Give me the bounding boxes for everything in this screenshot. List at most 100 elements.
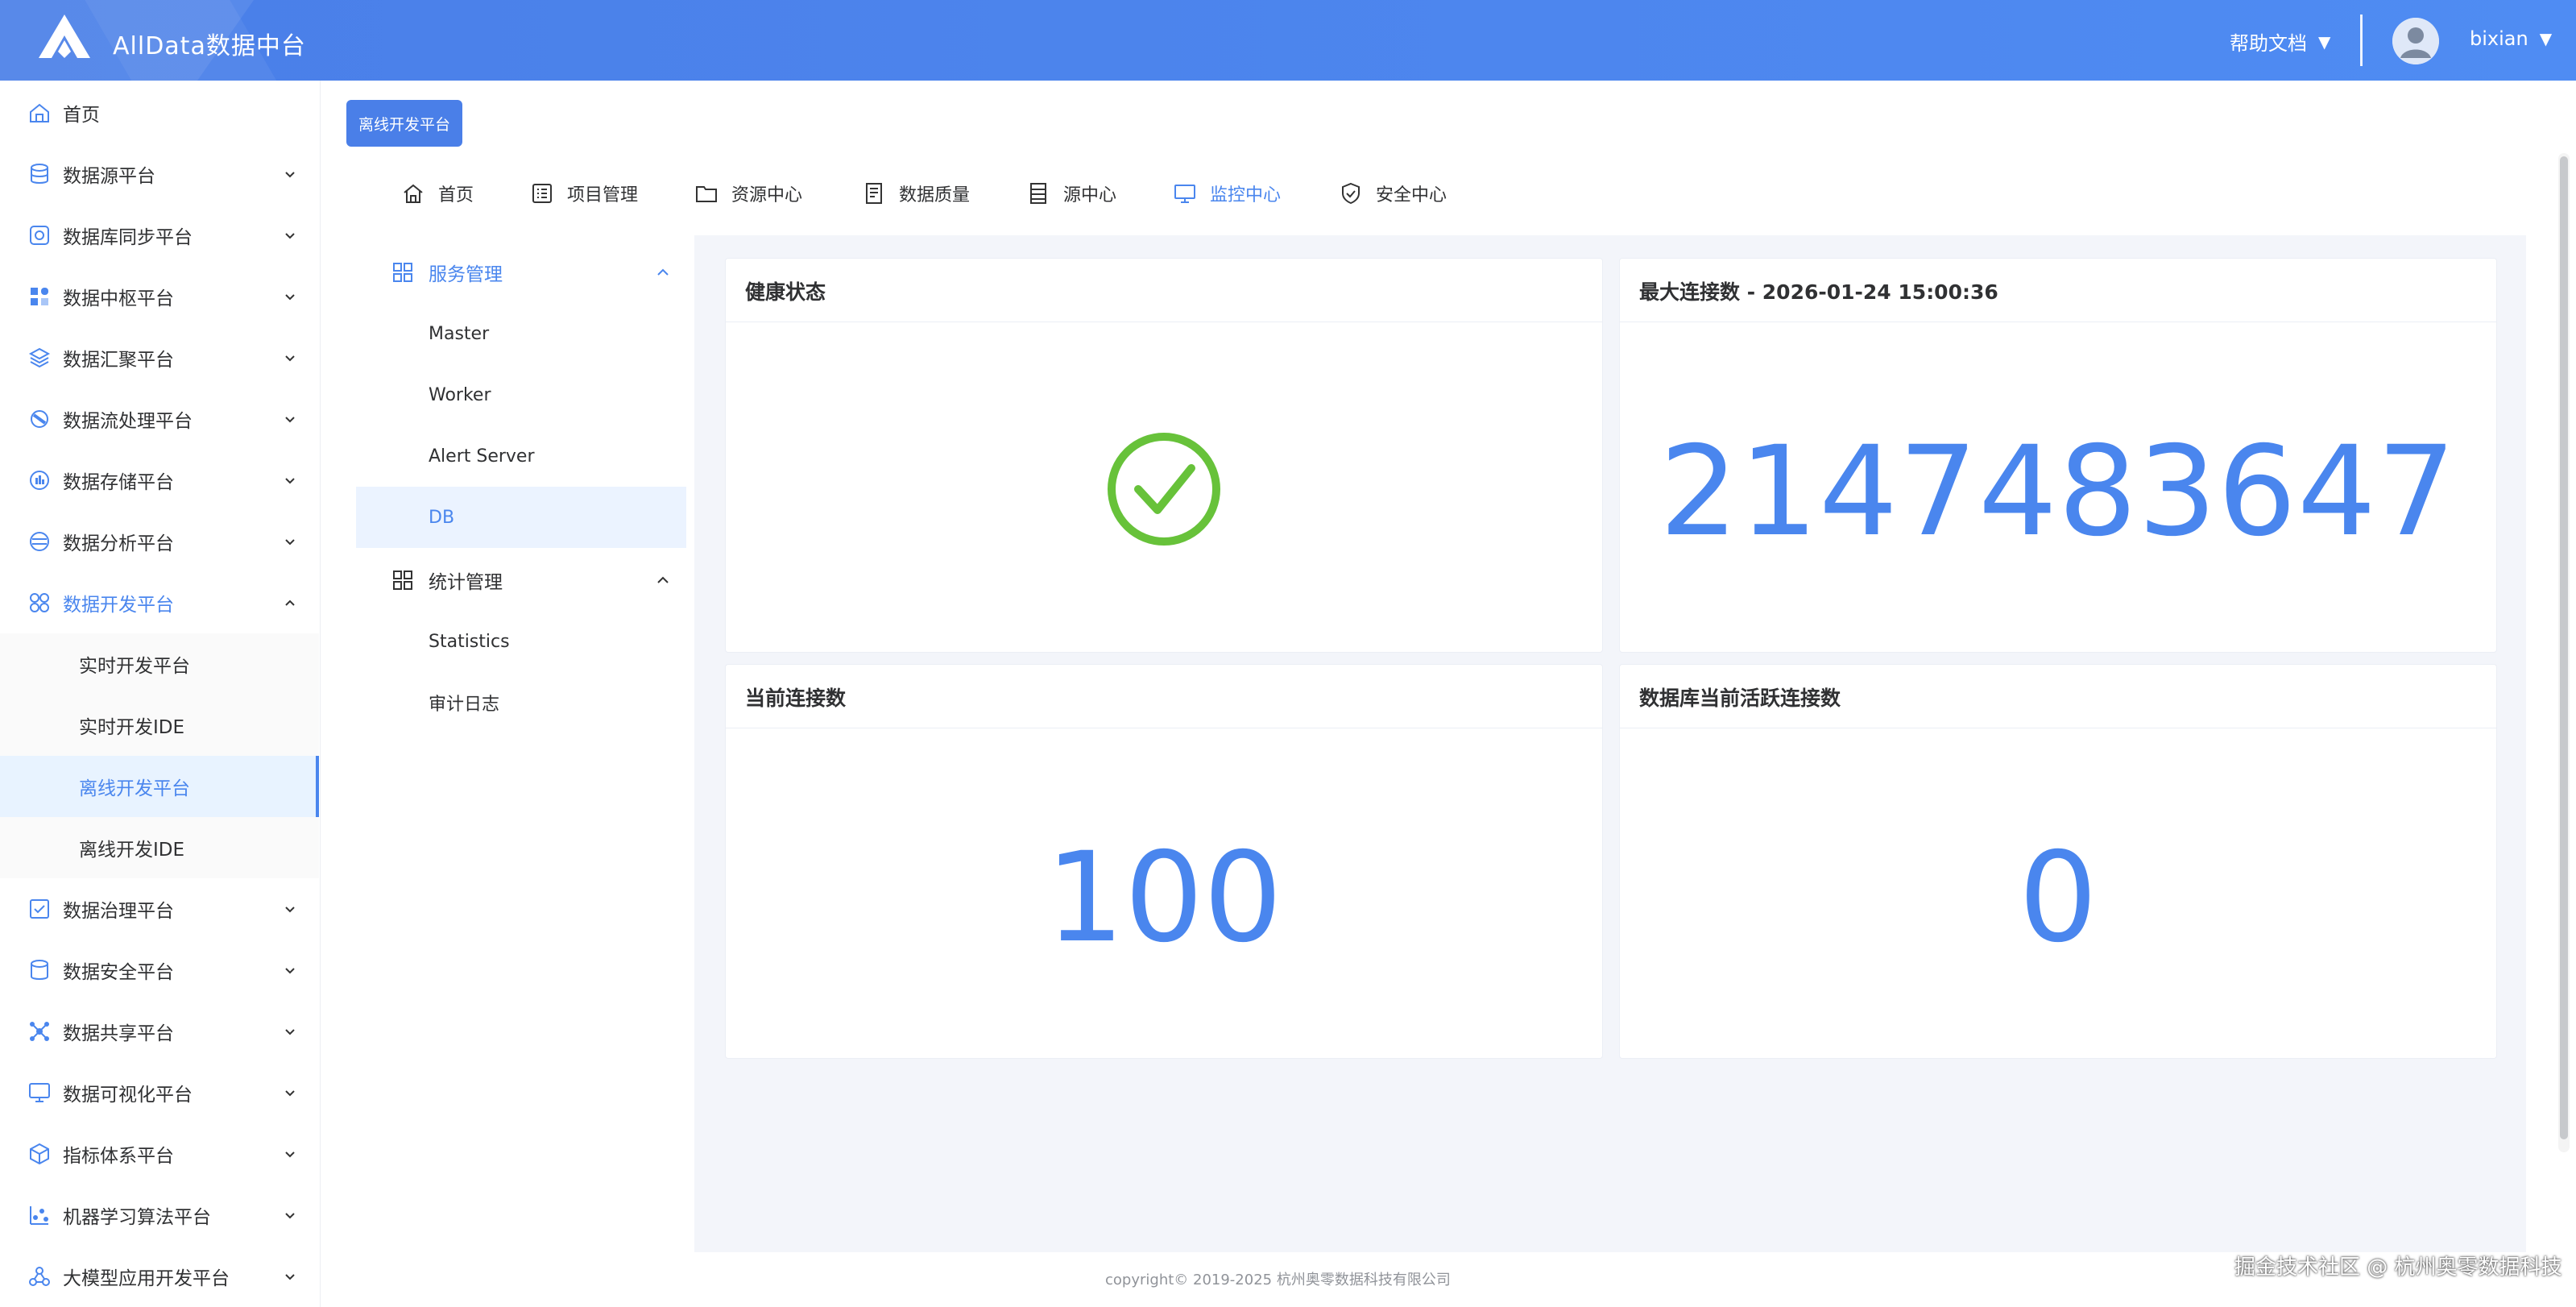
chevron-down-icon: ▼ — [2539, 29, 2553, 48]
grid-icon — [393, 571, 412, 590]
chevron-down-icon — [285, 233, 295, 239]
sidebar-item-visualization[interactable]: 数据可视化平台 — [0, 1062, 319, 1123]
health-status-card: 健康状态 — [725, 258, 1603, 653]
db-monitor-panel: 健康状态 最大连接数 - 2026-01-24 15:00:36 2147483… — [694, 235, 2526, 1252]
top-header: AllData数据中台 帮助文档 ▼ bixian ▼ — [0, 0, 2576, 81]
sidebar-item-hub[interactable]: 数据中枢平台 — [0, 266, 319, 327]
storage-icon — [30, 471, 49, 490]
page-scrollbar[interactable] — [2560, 156, 2568, 1139]
table-icon — [1030, 183, 1046, 204]
home-icon — [30, 103, 49, 122]
chevron-down-icon: ▼ — [2318, 31, 2331, 52]
avatar[interactable] — [2392, 18, 2439, 64]
check-circle-icon — [1108, 433, 1220, 546]
tab-home[interactable]: 首页 — [401, 177, 474, 210]
sidebar-subitem-offline-ide[interactable]: 离线开发IDE — [0, 817, 319, 878]
sidebar-item-dev[interactable]: 数据开发平台 — [0, 572, 319, 633]
app-title: AllData数据中台 — [113, 32, 306, 60]
analysis-icon — [30, 532, 49, 551]
layers-icon — [28, 347, 51, 368]
monitor-icon — [1174, 185, 1195, 203]
sync-icon — [30, 226, 49, 245]
chevron-down-icon — [285, 1213, 295, 1219]
grid-icon — [393, 263, 412, 282]
tab-resource-center[interactable]: 资源中心 — [694, 177, 802, 210]
cube-icon — [30, 1143, 49, 1165]
active-connections-value: 0 — [2019, 826, 2098, 970]
sidebar-item-governance[interactable]: 数据治理平台 — [0, 878, 319, 940]
sub-item-worker[interactable]: Worker — [356, 364, 686, 425]
stream-icon — [31, 410, 48, 428]
group-statistics-management[interactable]: 统计管理 — [356, 550, 686, 611]
current-connections-card: 当前连接数 100 — [725, 664, 1603, 1059]
user-avatar-icon — [2392, 18, 2439, 64]
sidebar-item-storage[interactable]: 数据存储平台 — [0, 450, 319, 511]
chevron-down-icon — [285, 1090, 295, 1097]
group-service-management[interactable]: 服务管理 — [356, 242, 686, 303]
sidebar-subitem-realtime-ide[interactable]: 实时开发IDE — [0, 695, 319, 756]
sidebar-item-ml[interactable]: 机器学习算法平台 — [0, 1185, 319, 1246]
card-title: 当前连接数 — [745, 687, 847, 710]
chevron-down-icon — [285, 968, 295, 974]
sidebar-item-security[interactable]: 数据安全平台 — [0, 940, 319, 1001]
sidebar-subitem-offline-dev[interactable]: 离线开发平台 — [0, 756, 319, 817]
shield-icon — [1342, 182, 1360, 205]
monitor-sub-sidebar: 服务管理 Master Worker Alert Server DB 统计管理 … — [356, 235, 694, 1252]
governance-icon — [30, 899, 49, 919]
chevron-down-icon — [285, 172, 295, 178]
hub-icon — [31, 288, 48, 305]
logo-icon — [39, 15, 90, 58]
chevron-down-icon — [285, 417, 295, 423]
tab-security-center[interactable]: 安全中心 — [1339, 177, 1447, 210]
top-nav: 首页 项目管理 资源中心 数据质量 源中心 监控中心 安全中心 — [346, 161, 2526, 234]
sub-item-audit-log[interactable]: 审计日志 — [356, 672, 686, 733]
home-icon — [404, 184, 423, 203]
chevron-up-icon — [657, 268, 669, 276]
group-label: 服务管理 — [429, 264, 503, 285]
chevron-down-icon — [285, 1029, 295, 1035]
sidebar-item-aggregation[interactable]: 数据汇聚平台 — [0, 327, 319, 388]
group-label: 统计管理 — [429, 572, 503, 593]
chevron-up-icon — [285, 600, 295, 606]
user-menu[interactable]: bixian ▼ — [2470, 27, 2552, 50]
sub-item-master[interactable]: Master — [356, 303, 686, 364]
dev-icon — [30, 593, 49, 612]
tab-source-center[interactable]: 源中心 — [1026, 177, 1116, 210]
max-connections-value: 2147483647 — [1659, 420, 2457, 564]
chevron-down-icon — [285, 478, 295, 484]
card-title: 数据库当前活跃连接数 — [1639, 687, 1841, 710]
chevron-up-icon — [657, 576, 669, 583]
current-connections-value: 100 — [1046, 826, 1282, 970]
sidebar-item-analysis[interactable]: 数据分析平台 — [0, 511, 319, 572]
sidebar-item-datasource[interactable]: 数据源平台 — [0, 143, 319, 205]
chevron-down-icon — [285, 1274, 295, 1280]
sidebar-item-metrics[interactable]: 指标体系平台 — [0, 1123, 319, 1185]
sub-item-db[interactable]: DB — [356, 487, 686, 548]
tab-data-quality[interactable]: 数据质量 — [862, 177, 970, 210]
sub-item-alert-server[interactable]: Alert Server — [356, 425, 686, 487]
username-label: bixian — [2470, 27, 2528, 50]
help-docs-label: 帮助文档 — [2230, 32, 2307, 55]
sidebar-item-share[interactable]: 数据共享平台 — [0, 1001, 319, 1062]
chevron-down-icon — [285, 539, 295, 546]
copyright-footer: copyright© 2019-2025 杭州奥零数据科技有限公司 — [1105, 1272, 1451, 1288]
chevron-down-icon — [285, 355, 295, 362]
sidebar-item-home[interactable]: 首页 — [0, 82, 319, 143]
tab-project-management[interactable]: 项目管理 — [530, 177, 638, 210]
share-icon — [30, 1022, 49, 1041]
sidebar-subitem-realtime-dev[interactable]: 实时开发平台 — [0, 633, 319, 695]
help-docs-dropdown[interactable]: 帮助文档 ▼ — [2230, 27, 2330, 56]
security-icon — [31, 960, 48, 980]
sidebar-item-dbsync[interactable]: 数据库同步平台 — [0, 205, 319, 266]
tab-monitor-center[interactable]: 监控中心 — [1173, 177, 1281, 210]
offline-dev-platform-button[interactable]: 离线开发平台 — [346, 100, 462, 147]
ml-icon — [30, 1206, 48, 1225]
sidebar-item-llm[interactable]: 大模型应用开发平台 — [0, 1246, 319, 1307]
chevron-down-icon — [285, 907, 295, 913]
max-connections-card: 最大连接数 - 2026-01-24 15:00:36 2147483647 — [1619, 258, 2497, 653]
active-connections-card: 数据库当前活跃连接数 0 — [1619, 664, 2497, 1059]
sub-item-statistics[interactable]: Statistics — [356, 611, 686, 672]
header-divider — [2360, 15, 2363, 66]
sidebar-item-stream[interactable]: 数据流处理平台 — [0, 388, 319, 450]
chevron-down-icon — [285, 294, 295, 301]
